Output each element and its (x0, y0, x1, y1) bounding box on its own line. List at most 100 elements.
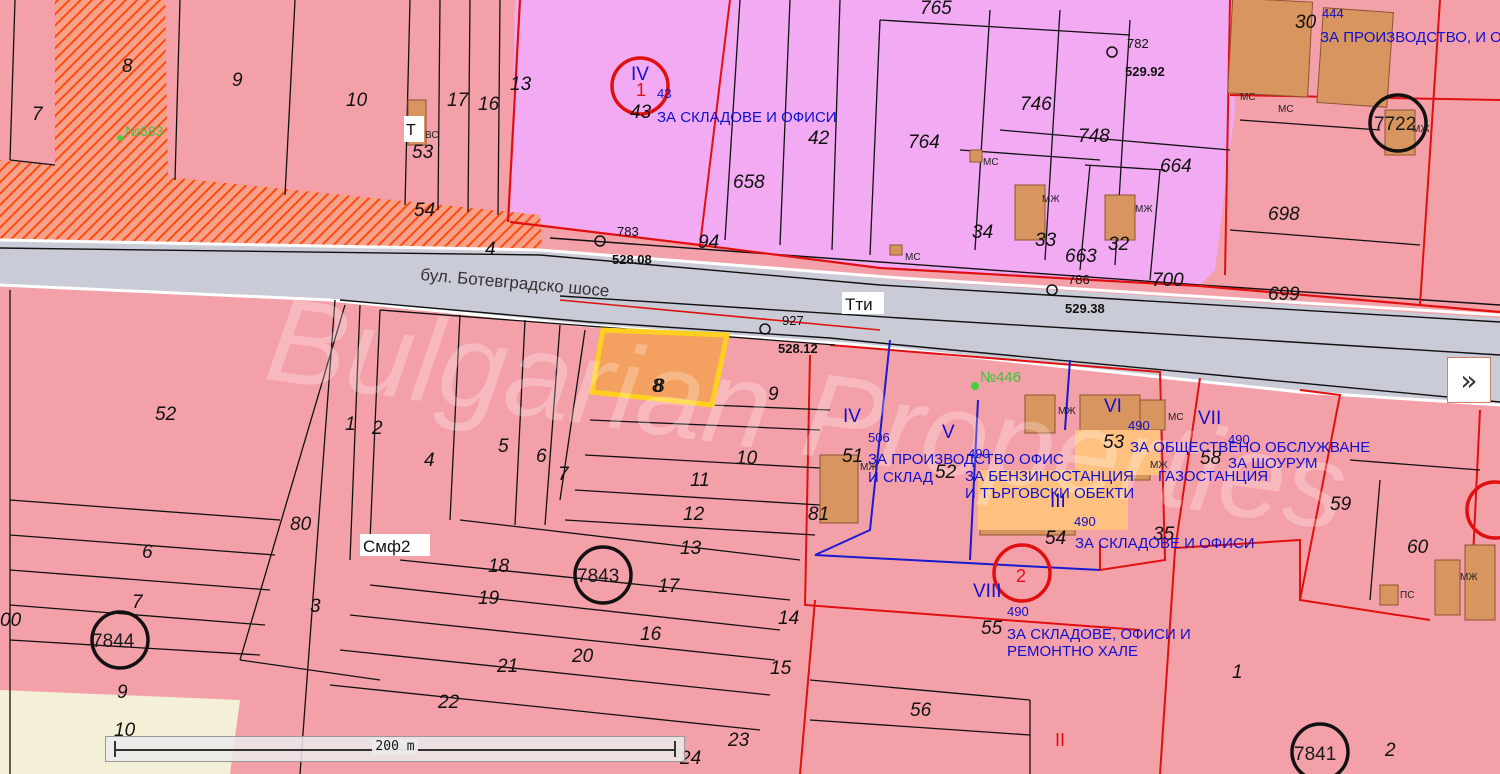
svg-text:МЖ: МЖ (1135, 204, 1153, 215)
svg-text:698: 698 (1268, 204, 1300, 225)
svg-text:МС: МС (1168, 412, 1184, 423)
svg-text:664: 664 (1160, 156, 1192, 177)
svg-text:МС: МС (1278, 104, 1294, 115)
svg-text:2: 2 (371, 418, 383, 439)
svg-text:МЖ: МЖ (1460, 572, 1478, 583)
elevation: 528.08 (612, 252, 652, 267)
svg-text:34: 34 (972, 222, 993, 243)
svg-text:53: 53 (1103, 432, 1125, 453)
svg-text:17: 17 (447, 90, 470, 111)
block-number: 7843 (577, 566, 619, 587)
scale-bar: 200 m (105, 736, 685, 762)
svg-text:МЖ: МЖ (1150, 460, 1168, 471)
svg-text:23: 23 (727, 730, 750, 751)
svg-text:1: 1 (1232, 662, 1243, 683)
svg-text:94: 94 (698, 232, 719, 253)
map-canvas[interactable]: Bulgarian Properties 897 10 17 16 135354 4… (0, 0, 1500, 774)
svg-text:21: 21 (496, 656, 518, 677)
svg-text:19: 19 (478, 588, 500, 609)
svg-text:10: 10 (346, 90, 368, 111)
zone-label: ЗА СКЛАДОВЕ И ОФИСИ (657, 109, 837, 126)
hatched-plot (55, 0, 168, 180)
svg-text:3: 3 (310, 596, 321, 617)
road-code: Тти (845, 295, 873, 314)
zone-label: ЗА СКЛАДОВЕ И ОФИСИ (1075, 535, 1255, 552)
svg-text:81: 81 (808, 504, 829, 525)
svg-text:13: 13 (680, 538, 702, 559)
zone-label: ЗА ОБЩЕСТВЕНО ОБСЛУЖВАНЕ (1130, 439, 1370, 456)
svg-text:60: 60 (1407, 537, 1429, 558)
svg-text:22: 22 (437, 692, 460, 713)
node-id: 782 (1127, 36, 1149, 51)
zone-label: ГАЗОСТАНЦИЯ (1158, 468, 1268, 485)
svg-text:МС: МС (1240, 92, 1256, 103)
svg-text:490: 490 (1128, 418, 1150, 433)
block-number: 7844 (92, 631, 135, 652)
svg-text:V: V (942, 422, 955, 443)
zone-label: ЗА ПРОИЗВОДСТВО, И ОФИСИ (1320, 29, 1500, 46)
svg-text:53: 53 (412, 142, 434, 163)
svg-text:490: 490 (1007, 604, 1029, 619)
svg-text:658: 658 (733, 172, 765, 193)
svg-text:10: 10 (736, 448, 758, 469)
svg-text:444: 444 (1322, 6, 1344, 21)
svg-text:7: 7 (132, 592, 144, 613)
svg-text:6: 6 (142, 542, 153, 563)
block-number: 7722 (1374, 114, 1416, 135)
svg-text:VII: VII (1198, 408, 1221, 429)
svg-text:2: 2 (1384, 740, 1396, 761)
svg-text:59: 59 (1330, 494, 1352, 515)
zone-label: РЕМОНТНО ХАЛЕ (1007, 643, 1138, 660)
svg-text:11: 11 (690, 470, 710, 491)
svg-text:8: 8 (122, 56, 133, 77)
svg-text:30: 30 (1295, 12, 1317, 33)
svg-text:МЖ: МЖ (1412, 124, 1430, 135)
svg-text:9: 9 (768, 384, 779, 405)
poi-label: №446 (980, 369, 1021, 386)
svg-text:746: 746 (1020, 94, 1052, 115)
svg-text:МЖ: МЖ (1042, 194, 1060, 205)
svg-text:20: 20 (571, 646, 594, 667)
svg-text:МС: МС (983, 157, 999, 168)
elevation: 528.12 (778, 341, 818, 356)
svg-text:7: 7 (32, 104, 44, 125)
svg-text:699: 699 (1268, 284, 1300, 305)
svg-text:43: 43 (657, 86, 671, 101)
selected-plot-number: 8 (654, 376, 665, 397)
svg-text:80: 80 (290, 514, 312, 535)
poi-label: №683 (125, 123, 164, 139)
svg-text:54: 54 (1045, 528, 1066, 549)
svg-text:МЖ: МЖ (860, 462, 878, 473)
svg-text:16: 16 (640, 624, 662, 645)
svg-text:748: 748 (1078, 126, 1110, 147)
svg-text:18: 18 (488, 556, 510, 577)
svg-text:МС: МС (905, 252, 921, 263)
svg-text:4: 4 (485, 239, 496, 260)
cadastral-map[interactable]: Bulgarian Properties 897 10 17 16 13 53 54 4… (0, 0, 1500, 774)
svg-text:764: 764 (908, 132, 940, 153)
svg-text:33: 33 (1035, 230, 1057, 251)
svg-text:2: 2 (1016, 566, 1026, 586)
zone-label: ЗА БЕНЗИНОСТАНЦИЯ (965, 468, 1134, 485)
node-id: 783 (617, 224, 639, 239)
svg-text:700: 700 (1152, 270, 1184, 291)
svg-text:VIII: VIII (973, 581, 1002, 602)
svg-text:490: 490 (1074, 514, 1096, 529)
svg-text:6: 6 (536, 446, 547, 467)
node-id: 927 (782, 313, 804, 328)
svg-text:42: 42 (808, 128, 830, 149)
elevation: 529.92 (1125, 64, 1165, 79)
svg-text:МЖ: МЖ (1058, 406, 1076, 417)
zone-label: И СКЛАД (868, 469, 933, 486)
zone-label: ЗА ПРОИЗВОДСТВО ОФИС (868, 451, 1064, 468)
svg-text:5: 5 (498, 436, 509, 457)
zone-label: И ТЪРГОВСКИ ОБЕКТИ (965, 485, 1134, 502)
svg-text:00: 00 (0, 610, 22, 631)
block-number: 7841 (1294, 744, 1336, 765)
svg-text:32: 32 (1108, 234, 1130, 255)
svg-text:9: 9 (117, 682, 128, 703)
svg-text:ПС: ПС (1400, 590, 1414, 601)
expand-panel-button[interactable]: » (1447, 357, 1491, 403)
node-id: 786 (1068, 272, 1090, 287)
svg-text:17: 17 (658, 576, 681, 597)
